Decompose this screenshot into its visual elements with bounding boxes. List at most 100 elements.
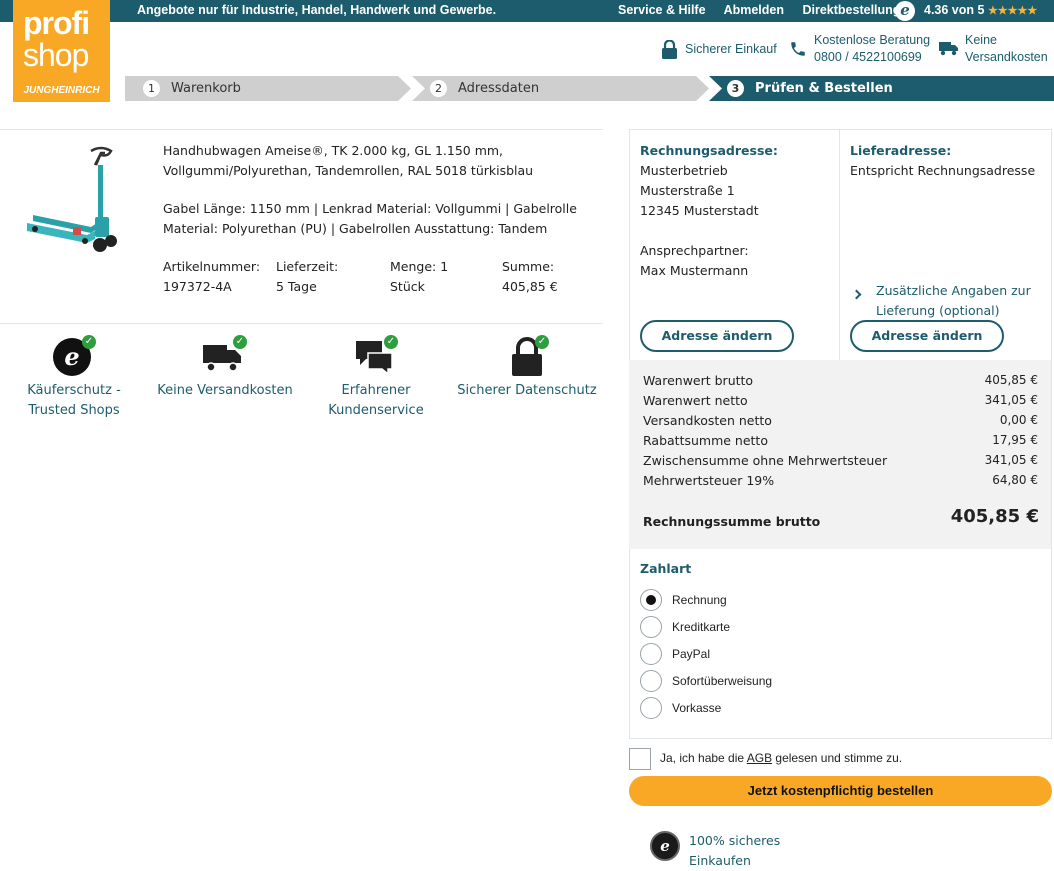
seal-line1: 100% sicheres — [689, 833, 781, 848]
payment-radio-prepayment[interactable] — [640, 697, 662, 719]
secure-shopping-label: Sicherer Einkauf — [685, 42, 777, 56]
product-title-line2: Vollgummi/Polyurethan, Tandemrollen, RAL… — [163, 163, 534, 178]
trusted-shops-icon: e ✓ — [52, 335, 96, 377]
product-attrs-line1: Gabel Länge: 1150 mm | Lenkrad Material:… — [163, 201, 577, 216]
payment-label-sofort[interactable]: Sofortüberweisung — [672, 674, 772, 688]
additional-info-line2: Lieferung (optional) — [876, 303, 1000, 318]
badge-line2: Kundenservice — [328, 403, 424, 418]
free-shipping-line2: Versandkosten — [965, 50, 1048, 64]
pallet-truck-image[interactable] — [25, 145, 120, 255]
step-cart[interactable]: 1 Warenkorb — [125, 76, 411, 101]
logout-link[interactable]: Abmelden — [724, 3, 784, 17]
logo-word-1: profi — [23, 5, 90, 41]
billing-contact-name: Max Mustermann — [640, 263, 749, 278]
badge-buyer-protection: e ✓ Käuferschutz - Trusted Shops — [4, 335, 144, 421]
place-order-button[interactable]: Jetzt kostenpflichtig bestellen — [629, 776, 1052, 806]
agb-checkbox[interactable] — [629, 748, 651, 770]
summary-row: Warenwert brutto 405,85 € — [643, 373, 1038, 393]
payment-label-invoice[interactable]: Rechnung — [672, 593, 727, 607]
trusted-shops-seal-icon[interactable]: e — [650, 831, 680, 861]
badge-customer-service: ✓ Erfahrener Kundenservice — [306, 335, 446, 421]
divider — [0, 129, 603, 130]
service-link[interactable]: Service & Hilfe — [618, 3, 706, 17]
badge-line1: Sicherer Datenschutz — [457, 383, 597, 398]
check-icon: ✓ — [82, 335, 96, 349]
check-icon: ✓ — [384, 335, 398, 349]
summary-value: 341,05 € — [984, 453, 1038, 467]
payment-label-paypal[interactable]: PayPal — [672, 647, 710, 661]
grand-total: Rechnungssumme brutto 405,85 € — [643, 506, 1039, 529]
step-review-number: 3 — [727, 80, 744, 97]
payment-label-credit-card[interactable]: Kreditkarte — [672, 620, 730, 634]
payment-radio-sofort[interactable] — [640, 670, 662, 692]
billing-street: Musterstraße 1 — [640, 183, 735, 198]
grand-total-value: 405,85 € — [950, 506, 1039, 527]
line-total: Summe: 405,85 € — [502, 257, 558, 297]
check-icon: ✓ — [233, 335, 247, 349]
secure-shopping-seal-text: 100% sicheres Einkaufen — [689, 831, 789, 871]
quantity: Menge: 1 Stück — [390, 257, 448, 297]
delivery-heading: Lieferadresse: — [850, 143, 952, 158]
agb-label: Ja, ich habe die AGB gelesen und stimme … — [660, 751, 902, 765]
payment-label-prepayment[interactable]: Vorkasse — [672, 701, 721, 715]
step-address-number: 2 — [430, 80, 447, 97]
summary-value: 0,00 € — [999, 413, 1038, 427]
summary-label: Warenwert brutto — [643, 373, 754, 388]
secure-shopping-info: Sicherer Einkauf — [661, 32, 781, 66]
badge-line1: Käuferschutz - — [27, 383, 121, 398]
summary-row: Mehrwertsteuer 19% 64,80 € — [643, 473, 1038, 493]
delivery-time: Lieferzeit: 5 Tage — [276, 257, 338, 297]
summary-row: Rabattsumme netto 17,95 € — [643, 433, 1038, 453]
badge-line1: Erfahrener — [341, 383, 411, 398]
summary-label: Zwischensumme ohne Mehrwertsteuer — [643, 453, 888, 468]
summary-label: Mehrwertsteuer 19% — [643, 473, 775, 488]
line-total-label: Summe: — [502, 259, 555, 274]
step-address[interactable]: 2 Adressdaten — [412, 76, 709, 101]
rating-stars-icon: ★★★★★ — [987, 5, 1038, 17]
change-billing-address-button[interactable]: Adresse ändern — [640, 320, 794, 352]
logo-word-2: shop — [23, 37, 89, 73]
billing-contact-label: Ansprechpartner: — [640, 243, 749, 258]
rating-text: 4.36 von 5 — [924, 3, 985, 17]
truck-icon: ✓ — [203, 335, 247, 377]
step-cart-number: 1 — [143, 80, 160, 97]
payment-heading: Zahlart — [640, 561, 692, 576]
summary-value: 17,95 € — [992, 433, 1038, 447]
product-attributes: Gabel Länge: 1150 mm | Lenkrad Material:… — [163, 199, 583, 239]
article-number-value: 197372-4A — [163, 279, 232, 294]
price-summary: Warenwert brutto 405,85 € Warenwert nett… — [629, 360, 1051, 549]
article-number-label: Artikelnummer: — [163, 259, 261, 274]
billing-company: Musterbetrieb — [640, 163, 728, 178]
summary-row: Warenwert netto 341,05 € — [643, 393, 1038, 413]
agb-link[interactable]: AGB — [747, 751, 772, 765]
product-title-line1: Handhubwagen Ameise®, TK 2.000 kg, GL 1.… — [163, 143, 504, 158]
consulting-label: Kostenlose Beratung — [814, 33, 931, 47]
additional-info-line1: Zusätzliche Angaben zur — [876, 283, 1031, 298]
rating[interactable]: 4.36 von 5 ★★★★★ — [924, 3, 1037, 17]
trusted-shops-icon[interactable]: e — [895, 1, 915, 21]
article-number: Artikelnummer: 197372-4A — [163, 257, 260, 297]
payment-radio-invoice[interactable] — [640, 589, 662, 611]
agb-text-pre: Ja, ich habe die — [660, 751, 747, 765]
payment-radio-paypal[interactable] — [640, 643, 662, 665]
consulting-phone: 0800 / 4522100699 — [814, 50, 922, 64]
delivery-time-label: Lieferzeit: — [276, 259, 339, 274]
consulting-info[interactable]: Kostenlose Beratung 0800 / 4522100699 — [789, 32, 931, 66]
step-address-label: Adressdaten — [458, 81, 540, 96]
line-total-value: 405,85 € — [502, 279, 558, 294]
quick-order-link[interactable]: Direktbestellung — [802, 3, 900, 17]
payment-radio-credit-card[interactable] — [640, 616, 662, 638]
free-shipping-info: Keine Versandkosten — [939, 32, 1049, 66]
billing-heading: Rechnungsadresse: — [640, 143, 778, 158]
step-cart-label: Warenkorb — [171, 81, 241, 96]
check-icon: ✓ — [535, 335, 549, 349]
free-shipping-line1: Keine — [965, 33, 997, 47]
product-title[interactable]: Handhubwagen Ameise®, TK 2.000 kg, GL 1.… — [163, 141, 583, 181]
change-delivery-address-button[interactable]: Adresse ändern — [850, 320, 1004, 352]
profishop-logo[interactable]: profi shop JUNGHEINRICH — [13, 0, 110, 102]
step-review-label: Prüfen & Bestellen — [755, 81, 893, 96]
quantity-label: Menge: 1 — [390, 259, 449, 274]
svg-text:e: e — [64, 342, 79, 371]
product-attrs-line2: Material: Polyurethan (PU) | Gabelrollen… — [163, 221, 548, 236]
divider — [0, 323, 603, 324]
